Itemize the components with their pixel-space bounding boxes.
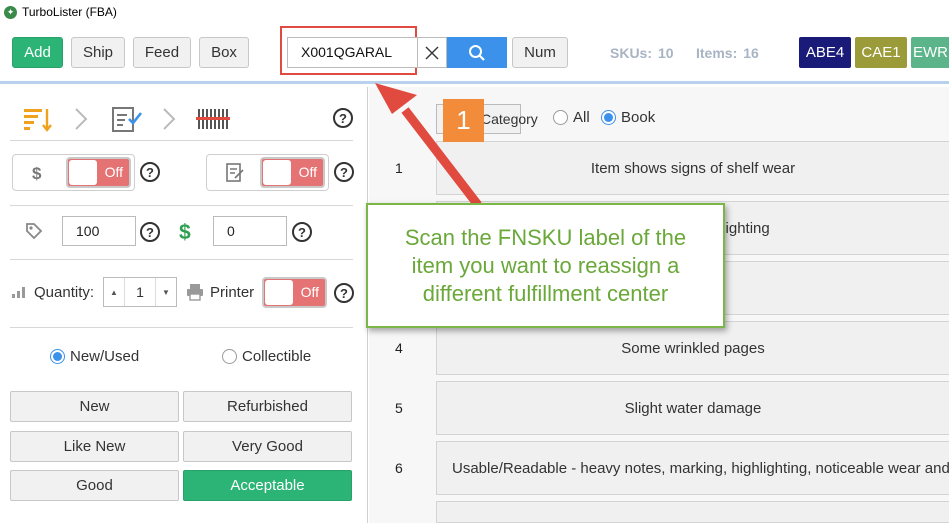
divider [10,327,353,328]
left-panel: ? $ Off ? Off ? 100 ? $ 0 ? Quantity: ▲ … [0,87,368,523]
radio-label: All [573,109,590,126]
clear-button[interactable] [417,37,447,68]
printer-label: Printer [210,284,255,301]
checklist-icon[interactable] [110,105,144,133]
note-toggle-card: Off [206,154,329,191]
sort-icon[interactable] [22,105,54,133]
radio-new-used[interactable]: New/Used [50,348,139,365]
row-number: 6 [395,460,403,476]
barcode-icon[interactable] [196,105,230,133]
radio-collectible[interactable]: Collectible [222,348,311,365]
toggle-knob [265,280,293,305]
radio-label: New/Used [70,348,140,365]
chevron-right-icon [163,108,176,130]
filter-book-radio[interactable]: Book [601,109,655,126]
printer-icon [187,284,203,301]
app-logo-icon: ✦ [4,5,17,19]
search-button[interactable] [447,37,507,68]
toggle-label: Off [104,164,123,180]
skus-label: SKUs: [610,45,653,61]
fc-button-1[interactable]: CAE1 [855,37,907,68]
radio-dot [50,349,65,364]
row-number: 5 [395,400,403,416]
note-row[interactable]: Slight water damage [436,381,949,435]
condition-refurbished-button[interactable]: Refurbished [183,391,352,422]
instruction-callout: Scan the FNSKU label of the item you wan… [366,203,725,328]
toggle-knob [69,160,97,185]
divider [10,140,353,141]
radio-dot [553,110,568,125]
cost-dollar-icon: $ [179,221,191,244]
toolbar: Add Ship Feed Box X001QGARAL Num SKUs: 10… [0,24,949,84]
items-label: Items: [696,45,738,61]
skus-value: 10 [658,45,674,61]
items-value: 16 [743,45,759,61]
condition-good-button[interactable]: Good [10,470,179,501]
help-icon[interactable]: ? [140,162,160,182]
help-icon[interactable]: ? [140,222,160,242]
svg-text:$: $ [32,164,42,183]
price-toggle-card: $ Off [12,154,135,191]
help-icon[interactable]: ? [333,108,353,128]
condition-new-button[interactable]: New [10,391,179,422]
radio-label: Book [621,109,656,126]
radio-label: Collectible [242,348,312,365]
title-bar: ✦ TurboLister (FBA) [0,0,949,24]
toggle-label: Off [300,284,319,300]
note-row[interactable]: Item shows signs of shelf wear [436,141,949,195]
quantity-stepper[interactable]: ▲ 1 ▼ [103,277,177,307]
signal-bars-icon [12,287,25,298]
fc-button-0[interactable]: ABE4 [799,37,851,68]
radio-dot [222,349,237,364]
toggle-label: Off [298,164,317,180]
toggle-knob [263,160,291,185]
condition-like-new-button[interactable]: Like New [10,431,179,462]
fc-button-2[interactable]: EWR [911,37,949,68]
items-stat: Items: 16 [696,45,759,61]
row-number: 1 [395,160,403,176]
row-number: 4 [395,340,403,356]
window-title: TurboLister (FBA) [22,5,117,19]
cost-field[interactable]: 0 [213,216,287,246]
svg-text:$: $ [179,221,191,244]
scan-input[interactable]: X001QGARAL [287,37,417,68]
help-icon[interactable]: ? [334,283,354,303]
num-button[interactable]: Num [512,37,568,68]
ship-button[interactable]: Ship [71,37,125,68]
price-tag-icon [26,223,43,240]
quantity-up-icon[interactable]: ▲ [104,278,124,306]
condition-very-good-button[interactable]: Very Good [183,431,352,462]
edit-note-icon [226,163,244,182]
step-badge: 1 [443,99,484,142]
filter-all-radio[interactable]: All [553,109,590,126]
help-icon[interactable]: ? [292,222,312,242]
note-row[interactable]: Some wrinkled pages [436,321,949,375]
radio-dot [601,110,616,125]
help-icon[interactable]: ? [334,162,354,182]
note-row[interactable]: Usable/Readable - heavy notes, marking, … [436,441,949,495]
skus-stat: SKUs: 10 [610,45,674,61]
note-row-partial[interactable] [436,501,949,523]
quantity-label: Quantity: [34,284,95,301]
box-button[interactable]: Box [199,37,249,68]
divider [10,205,353,206]
feed-button[interactable]: Feed [133,37,191,68]
search-icon [469,44,485,61]
price-toggle[interactable]: Off [66,157,131,188]
note-toggle[interactable]: Off [260,157,325,188]
close-icon [425,46,439,59]
dollar-icon: $ [32,164,42,183]
add-button[interactable]: Add [12,37,63,68]
quantity-value[interactable]: 1 [124,278,156,306]
divider [10,259,353,260]
quantity-down-icon[interactable]: ▼ [156,278,176,306]
printer-toggle[interactable]: Off [262,277,327,308]
condition-acceptable-button[interactable]: Acceptable [183,470,352,501]
price-field[interactable]: 100 [62,216,136,246]
chevron-right-icon [75,108,88,130]
